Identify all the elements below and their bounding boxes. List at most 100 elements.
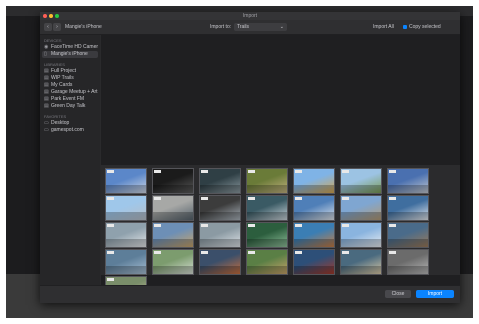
thumbnail-shade — [247, 212, 287, 220]
sidebar-item[interactable]: ▤ Green Day Talk — [42, 103, 98, 110]
sidebar-item[interactable]: ▭ Desktop — [42, 120, 98, 127]
thumbnail-shade — [153, 212, 193, 220]
folder-icon: ▭ — [44, 127, 49, 133]
sidebar-item[interactable]: ▯ Mangie's iPhone — [42, 51, 98, 58]
back-button[interactable]: ‹ — [44, 23, 52, 31]
clip-duration-badge — [154, 197, 161, 200]
thumbnail-shade — [106, 185, 146, 193]
sidebar-item[interactable]: ▤ Full Project — [42, 68, 98, 75]
sidebar-item-label: Desktop — [51, 120, 70, 126]
clip-duration-badge — [201, 251, 208, 254]
dialog-titlebar: Import — [40, 12, 460, 20]
clip-duration-badge — [248, 251, 255, 254]
thumbnail-shade — [106, 212, 146, 220]
clip-thumbnail[interactable] — [246, 222, 288, 248]
clip-thumbnail[interactable] — [246, 168, 288, 194]
sidebar-item-label: Green Day Talk — [51, 103, 86, 109]
close-button[interactable]: Close — [385, 290, 411, 298]
clip-duration-badge — [295, 197, 302, 200]
clip-thumbnail[interactable] — [199, 195, 241, 221]
sidebar-item-label: gamespot.com — [51, 127, 84, 133]
sidebar-heading: DEVICES — [44, 38, 62, 43]
folder-icon: ▭ — [44, 120, 49, 126]
library-icon: ▤ — [44, 68, 49, 74]
clip-thumbnail[interactable] — [340, 249, 382, 275]
sidebar-item-label: FaceTime HD Camera (Built-in) — [51, 44, 98, 50]
thumbnail-shade — [341, 185, 381, 193]
screen: Import ‹ › Mangie's iPhone Import to: Tr… — [6, 6, 473, 318]
clip-duration-badge — [389, 251, 396, 254]
sidebar-item[interactable]: ▭ gamespot.com — [42, 127, 98, 134]
thumbnail-shade — [200, 212, 240, 220]
thumbnail-grid — [101, 165, 460, 302]
thumbnail-shade — [341, 212, 381, 220]
clip-thumbnail[interactable] — [152, 222, 194, 248]
sidebar-heading: FAVORITES — [44, 114, 67, 119]
import-all-label[interactable]: Import All — [373, 24, 394, 30]
sidebar-item-label: Full Project — [51, 68, 77, 74]
clip-thumbnail[interactable] — [387, 168, 429, 194]
clip-thumbnail[interactable] — [387, 195, 429, 221]
sidebar-item[interactable]: ▤ Garage Meetup + Art — [42, 89, 98, 96]
thumbnail-shade — [388, 239, 428, 247]
sidebar-item[interactable]: ◉FaceTime HD Camera (Built-in) — [42, 44, 98, 51]
thumbnail-shade — [247, 185, 287, 193]
clip-thumbnail[interactable] — [105, 222, 147, 248]
import-to-select[interactable]: Trails ⌄ — [234, 23, 287, 31]
sidebar-heading: LIBRARIES — [44, 62, 65, 67]
thumbnail-shade — [388, 185, 428, 193]
clip-thumbnail[interactable] — [387, 222, 429, 248]
clip-thumbnail[interactable] — [105, 249, 147, 275]
clip-duration-badge — [107, 224, 114, 227]
clip-thumbnail[interactable] — [246, 195, 288, 221]
library-icon: ▤ — [44, 96, 49, 102]
clip-thumbnail[interactable] — [293, 249, 335, 275]
clip-thumbnail[interactable] — [293, 168, 335, 194]
thumbnail-shade — [153, 239, 193, 247]
clip-thumbnail[interactable] — [199, 222, 241, 248]
clip-thumbnail[interactable] — [246, 249, 288, 275]
sidebar-item[interactable]: ▤ WIP Trails — [42, 75, 98, 82]
clip-thumbnail[interactable] — [199, 168, 241, 194]
clip-thumbnail[interactable] — [340, 168, 382, 194]
clip-duration-badge — [389, 170, 396, 173]
device-name: Mangie's iPhone — [65, 24, 102, 30]
clip-duration-badge — [107, 170, 114, 173]
clip-duration-badge — [342, 224, 349, 227]
sidebar-item-label: Garage Meetup + Art — [51, 89, 98, 95]
media-browser — [101, 35, 460, 302]
clip-thumbnail[interactable] — [199, 249, 241, 275]
clip-thumbnail[interactable] — [293, 222, 335, 248]
clip-thumbnail[interactable] — [152, 195, 194, 221]
clip-duration-badge — [389, 224, 396, 227]
copy-checkbox[interactable] — [403, 25, 407, 29]
clip-thumbnail[interactable] — [152, 249, 194, 275]
clip-thumbnail[interactable] — [105, 168, 147, 194]
thumbnail-shade — [388, 266, 428, 274]
sidebar: DEVICES◉FaceTime HD Camera (Built-in)▯Ma… — [40, 35, 100, 285]
forward-button[interactable]: › — [53, 23, 61, 31]
clip-thumbnail[interactable] — [387, 249, 429, 275]
thumbnail-shade — [153, 185, 193, 193]
clip-duration-badge — [342, 170, 349, 173]
clip-thumbnail[interactable] — [293, 195, 335, 221]
import-selected-button[interactable]: Import — [416, 290, 454, 298]
clip-duration-badge — [248, 224, 255, 227]
dialog-title: Import — [242, 13, 258, 19]
dialog-bottom-bar: Close Import — [40, 285, 460, 303]
sidebar-item-label: WIP Trails — [51, 75, 74, 81]
thumbnail-shade — [294, 239, 334, 247]
clip-duration-badge — [154, 170, 161, 173]
clip-thumbnail[interactable] — [105, 195, 147, 221]
clip-thumbnail[interactable] — [152, 168, 194, 194]
clip-thumbnail[interactable] — [340, 195, 382, 221]
sidebar-item-label: Park Event FM — [51, 96, 85, 102]
thumbnail-shade — [106, 266, 146, 274]
clip-duration-badge — [342, 251, 349, 254]
clip-duration-badge — [107, 251, 114, 254]
sidebar-item[interactable]: ▤ My Cards — [42, 82, 98, 89]
clip-thumbnail[interactable] — [340, 222, 382, 248]
import-dialog: Import ‹ › Mangie's iPhone Import to: Tr… — [40, 12, 460, 303]
library-icon: ▤ — [44, 75, 49, 81]
sidebar-item[interactable]: ▤ Park Event FM — [42, 96, 98, 103]
